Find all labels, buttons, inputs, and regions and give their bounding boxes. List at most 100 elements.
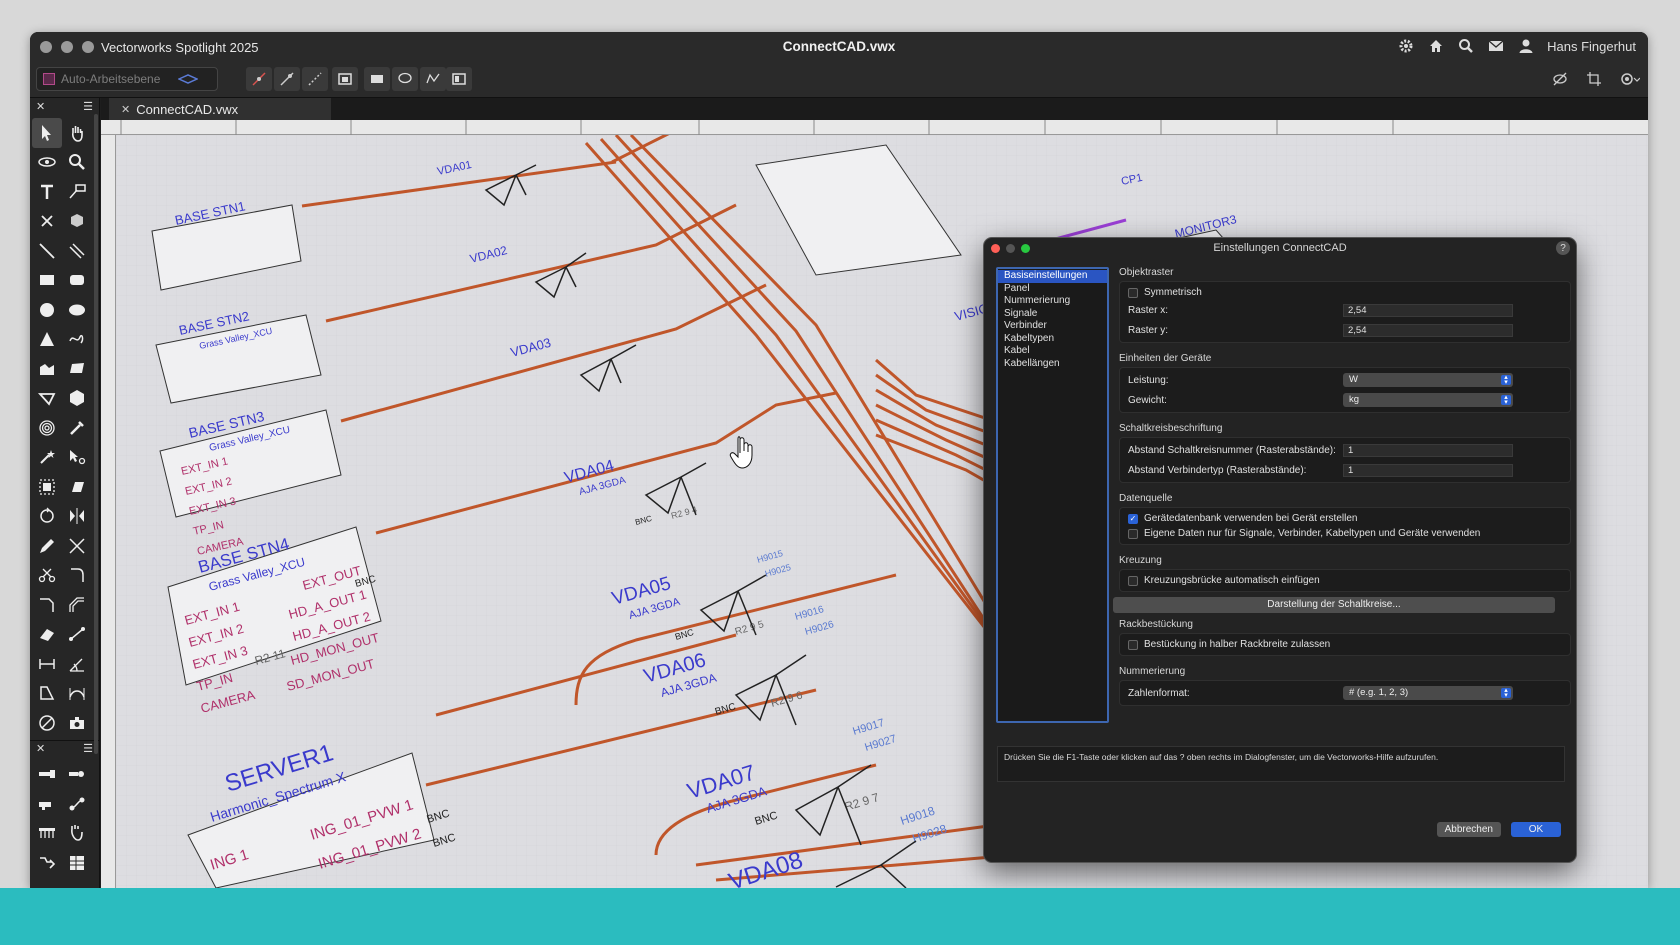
eyedropper-tool-icon[interactable] — [62, 413, 92, 443]
darstellung-schaltkreise-button[interactable]: Darstellung der Schaltkreise... — [1113, 597, 1555, 613]
device-tool-icon[interactable] — [32, 760, 62, 790]
flyover-button[interactable] — [420, 67, 446, 91]
circle-tool-icon[interactable] — [32, 295, 62, 325]
clip-tool-icon[interactable] — [32, 679, 62, 709]
flyover-tool-icon[interactable] — [32, 148, 62, 178]
nav-item-verbinder[interactable]: Verbinder — [998, 320, 1107, 333]
datenbank-row[interactable]: ✓ Gerätedatenbank verwenden bei Gerät er… — [1128, 511, 1562, 526]
raster-y-field[interactable]: 2,54 — [1343, 323, 1513, 337]
ok-button[interactable]: OK — [1511, 822, 1561, 837]
eigene-daten-row[interactable]: Eigene Daten nur für Signale, Verbinder,… — [1128, 526, 1562, 541]
eraser-tool-icon[interactable] — [32, 620, 62, 650]
no-entry-tool-icon[interactable] — [32, 708, 62, 738]
3d-locus-tool-icon[interactable] — [62, 207, 92, 237]
arc-tool-icon[interactable] — [32, 325, 62, 355]
nav-item-basiseinstellungen[interactable]: Basiseinstellungen — [998, 270, 1107, 283]
palette-scrollbar[interactable] — [94, 114, 98, 754]
split-tool-icon[interactable] — [32, 561, 62, 591]
resize-tool-icon[interactable] — [32, 472, 62, 502]
drop-point-tool-icon[interactable] — [62, 819, 92, 849]
line-tool-icon[interactable] — [32, 236, 62, 266]
symmetrisch-row[interactable]: Symmetrisch — [1128, 285, 1562, 300]
hexagon-tool-icon[interactable] — [62, 384, 92, 414]
sheet-layer-button[interactable] — [446, 67, 472, 91]
nav-item-kabellaengen[interactable]: Kabellängen — [998, 358, 1107, 371]
shear-tool-icon[interactable] — [62, 472, 92, 502]
comment-button[interactable] — [392, 67, 418, 91]
dimension-tool-icon[interactable] — [32, 649, 62, 679]
horizontal-ruler[interactable] — [101, 120, 1648, 135]
snap-object-button[interactable] — [274, 67, 300, 91]
selection-tool-icon[interactable] — [32, 118, 62, 148]
freehand-tool-icon[interactable] — [62, 325, 92, 355]
eigene-daten-checkbox[interactable] — [1128, 528, 1138, 539]
schematic-table-tool-icon[interactable] — [62, 848, 92, 878]
trim-tool-icon[interactable] — [62, 531, 92, 561]
circuit-tool-icon[interactable] — [62, 789, 92, 819]
document-tab[interactable]: ✕ ConnectCAD.vwx — [109, 98, 331, 120]
chamfer-tool-icon[interactable] — [32, 590, 62, 620]
rectangle-tool-icon[interactable] — [32, 266, 62, 296]
nav-item-kabel[interactable]: Kabel — [998, 345, 1107, 358]
zahlenformat-select[interactable]: # (e.g. 1, 2, 3) ▴ ▾ — [1343, 686, 1513, 700]
close-connectcad-palette-icon[interactable]: ✕ — [36, 742, 45, 755]
visibility-icon[interactable] — [1552, 71, 1568, 87]
gear-icon[interactable] — [1397, 37, 1415, 55]
nav-item-kabeltypen[interactable]: Kabeltypen — [998, 333, 1107, 346]
abstand-nummer-field[interactable]: 1 — [1343, 443, 1513, 457]
connect-tool-icon[interactable] — [62, 620, 92, 650]
user-name[interactable]: Hans Fingerhut — [1547, 39, 1636, 54]
datenbank-checkbox[interactable]: ✓ — [1128, 513, 1138, 524]
text-tool-icon[interactable] — [32, 177, 62, 207]
patch-tool-icon[interactable] — [32, 848, 62, 878]
connectcad-palette-menu-icon[interactable]: ☰ — [83, 742, 93, 755]
rotate-tool-icon[interactable] — [32, 502, 62, 532]
snap-distance-button[interactable] — [302, 67, 328, 91]
layer-selector[interactable]: Auto-Arbeitsebene — [36, 67, 218, 91]
oval-tool-icon[interactable] — [62, 295, 92, 325]
magic-wand-tool-icon[interactable] — [32, 443, 62, 473]
double-line-tool-icon[interactable] — [62, 236, 92, 266]
nav-item-panel[interactable]: Panel — [998, 283, 1107, 296]
polyline-tool-icon[interactable] — [32, 354, 62, 384]
locus-tool-icon[interactable] — [32, 207, 62, 237]
symmetrisch-checkbox[interactable] — [1128, 287, 1138, 298]
nav-item-signale[interactable]: Signale — [998, 308, 1107, 321]
help-button[interactable]: ? — [1556, 241, 1570, 255]
device-builder-tool-icon[interactable] — [32, 789, 62, 819]
spiral-tool-icon[interactable] — [32, 413, 62, 443]
offset-tool-icon[interactable] — [62, 590, 92, 620]
leistung-select[interactable]: W ▴ ▾ — [1343, 373, 1513, 387]
palette-menu-icon[interactable]: ☰ — [83, 100, 93, 113]
search-icon[interactable] — [1457, 37, 1475, 55]
callout-tool-icon[interactable] — [62, 177, 92, 207]
cancel-button[interactable]: Abbrechen — [1436, 822, 1501, 837]
mail-icon[interactable] — [1487, 37, 1505, 55]
crop-icon[interactable] — [1586, 71, 1602, 87]
kreuzungsbruecke-checkbox[interactable] — [1128, 575, 1138, 586]
angular-dimension-tool-icon[interactable] — [62, 649, 92, 679]
nav-item-nummerierung[interactable]: Nummerierung — [998, 295, 1107, 308]
arc-length-tool-icon[interactable] — [62, 679, 92, 709]
pencil-tool-icon[interactable] — [32, 531, 62, 561]
rounded-rectangle-tool-icon[interactable] — [62, 266, 92, 296]
halbe-rackbreite-row[interactable]: Bestückung in halber Rackbreite zulassen — [1128, 637, 1562, 652]
mirror-tool-icon[interactable] — [62, 502, 92, 532]
regular-polygon-tool-icon[interactable] — [32, 384, 62, 414]
dialog-zoom-button[interactable] — [1021, 244, 1030, 253]
raster-x-field[interactable]: 2,54 — [1343, 303, 1513, 317]
render-mode-button[interactable] — [364, 67, 390, 91]
pan-tool-icon[interactable] — [62, 118, 92, 148]
kreuzungsbruecke-row[interactable]: Kreuzungsbrücke automatisch einfügen — [1128, 573, 1562, 588]
view-options-icon[interactable] — [1620, 71, 1641, 87]
close-palette-icon[interactable]: ✕ — [36, 100, 45, 113]
dialog-window-controls[interactable] — [991, 244, 1030, 253]
abstand-typ-field[interactable]: 1 — [1343, 463, 1513, 477]
home-icon[interactable] — [1427, 37, 1445, 55]
snap-grid-button[interactable] — [246, 67, 272, 91]
zoom-tool-icon[interactable] — [62, 148, 92, 178]
polygon-tool-icon[interactable] — [62, 354, 92, 384]
close-tab-icon[interactable]: ✕ — [121, 103, 130, 116]
socket-tool-icon[interactable] — [62, 760, 92, 790]
gewicht-select[interactable]: kg ▴ ▾ — [1343, 393, 1513, 407]
